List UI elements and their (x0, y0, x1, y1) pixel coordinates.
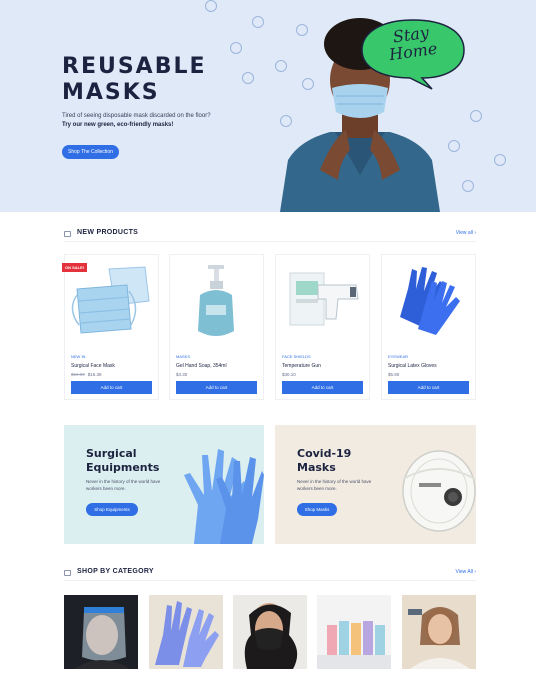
mask-photo-icon (244, 603, 298, 669)
gloves-photo-icon (155, 601, 219, 667)
category-sanitizers[interactable] (317, 595, 391, 669)
surgical-equipments-banner[interactable]: Surgical Equipments Never in the history… (64, 425, 264, 544)
promo-description: Never in the history of the world have w… (297, 479, 372, 491)
current-price: $16.38 (87, 372, 102, 377)
virus-icon (494, 154, 506, 166)
add-to-cart-button[interactable]: Add to cart (176, 381, 257, 394)
shop-by-category-title: SHOP BY CATEGORY (77, 568, 154, 575)
n95-mask-illustration (402, 450, 476, 532)
view-all-products-link[interactable]: View all › (456, 230, 476, 236)
shop-collection-button[interactable]: Shop The Collection (62, 145, 119, 159)
virus-icon (205, 0, 217, 12)
covid-masks-banner[interactable]: Covid-19 Masks Never in the history of t… (275, 425, 476, 544)
temperature-gun-image (289, 272, 359, 326)
add-to-cart-button[interactable]: Add to cart (71, 381, 152, 394)
product-category[interactable]: FACE SHIELDS (282, 354, 311, 359)
category-gloves[interactable] (149, 595, 223, 669)
current-price: $5.90 (388, 372, 400, 377)
category-face-shields[interactable] (64, 595, 138, 669)
hero-title: REUSABLE MASKS (62, 54, 207, 105)
product-category[interactable]: NEW IN (71, 354, 85, 359)
product-price: $19.00 $16.38 (71, 372, 102, 377)
old-price: $19.00 (71, 372, 85, 377)
product-price: $5.90 (388, 372, 399, 377)
new-products-title: NEW PRODUCTS (77, 229, 139, 236)
sale-badge: ON SALE! (62, 263, 88, 272)
shop-equipments-button[interactable]: Shop Equipments (86, 503, 138, 516)
virus-icon (242, 72, 254, 84)
virus-icon (462, 180, 474, 192)
category-masks[interactable] (233, 595, 307, 669)
gloves-image (400, 267, 460, 335)
product-card[interactable]: FACE SHIELDS Temperature Gun $30.10 Add … (275, 254, 370, 400)
current-price: $4.30 (176, 372, 188, 377)
product-price: $30.10 (282, 372, 296, 377)
product-category[interactable]: EYEWEAR (388, 354, 408, 359)
hand-soap-image (198, 265, 234, 336)
face-shield-photo-icon (74, 607, 130, 669)
add-to-cart-button[interactable]: Add to cart (282, 381, 363, 394)
view-all-categories-link[interactable]: View All › (456, 569, 476, 575)
gloves-illustration (184, 449, 264, 544)
promo-title: Covid-19 Masks (297, 447, 352, 474)
box-icon (64, 231, 71, 237)
product-price: $4.30 (176, 372, 187, 377)
product-name[interactable]: Temperature Gun (282, 363, 321, 369)
product-card[interactable]: MASKS Gel Hand Soap, 354ml $4.30 Add to … (169, 254, 264, 400)
current-price: $30.10 (282, 372, 296, 377)
hero-subtitle: Tired of seeing disposable mask discarde… (62, 112, 252, 130)
thermometer-photo-icon (408, 607, 470, 669)
shop-by-category-header: SHOP BY CATEGORY View All › (64, 567, 476, 581)
product-name[interactable]: Surgical Face Mask (71, 363, 115, 369)
virus-icon (448, 140, 460, 152)
promo-title: Surgical Equipments (86, 447, 160, 474)
virus-icon (470, 110, 482, 122)
folder-icon (64, 570, 71, 576)
product-category[interactable]: MASKS (176, 354, 190, 359)
hero-subtitle-bold: Try our new green, eco-friendly masks! (62, 122, 174, 128)
shop-masks-button[interactable]: Shop Masks (297, 503, 337, 516)
product-name[interactable]: Surgical Latex Gloves (388, 363, 437, 369)
sanitizer-photo-icon (317, 621, 391, 669)
virus-icon (252, 16, 264, 28)
product-name[interactable]: Gel Hand Soap, 354ml (176, 363, 227, 369)
virus-icon (230, 42, 242, 54)
add-to-cart-button[interactable]: Add to cart (388, 381, 469, 394)
category-thermometers[interactable] (402, 595, 476, 669)
product-card[interactable]: ON SALE! NEW IN Surgical Face Mask $19.0… (62, 254, 159, 400)
promo-description: Never in the history of the world have w… (86, 479, 161, 491)
new-products-header: NEW PRODUCTS View all › (64, 228, 476, 242)
product-card[interactable]: EYEWEAR Surgical Latex Gloves $5.90 Add … (381, 254, 476, 400)
hero-subtitle-text: Tired of seeing disposable mask discarde… (62, 113, 211, 119)
hero-banner: REUSABLE MASKS Tired of seeing disposabl… (0, 0, 536, 212)
